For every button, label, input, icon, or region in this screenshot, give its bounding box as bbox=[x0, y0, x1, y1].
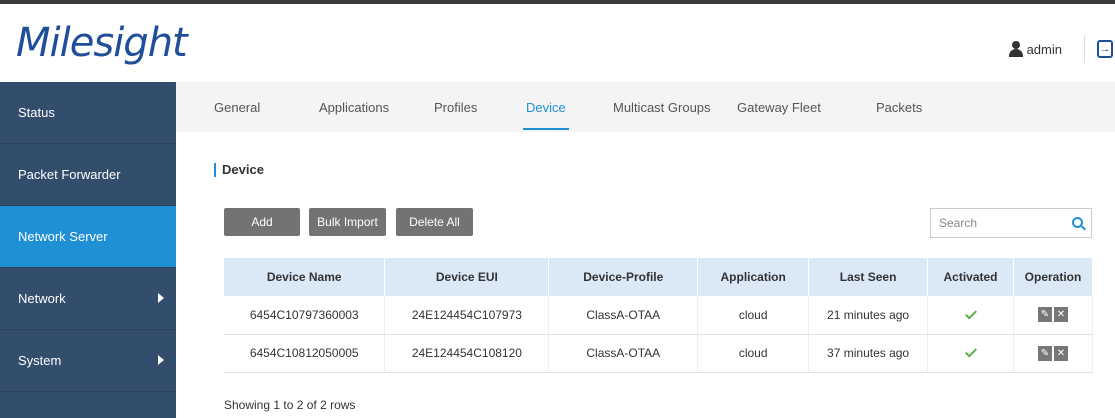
tab-multicast-groups[interactable]: Multicast Groups bbox=[613, 100, 711, 115]
sidebar-item-network[interactable]: Network bbox=[0, 268, 176, 330]
last-seen-cell: 21 minutes ago bbox=[808, 296, 929, 335]
sidebar-item-label: System bbox=[18, 353, 62, 368]
chevron-right-icon bbox=[158, 355, 164, 365]
bulk-import-button[interactable]: Bulk Import bbox=[309, 208, 386, 236]
chevron-right-icon bbox=[158, 293, 164, 303]
logout-icon[interactable]: → bbox=[1097, 40, 1113, 58]
tab-general[interactable]: General bbox=[214, 100, 260, 115]
delete-icon[interactable]: ✕ bbox=[1053, 307, 1068, 323]
column-header[interactable]: Last Seen bbox=[808, 258, 929, 296]
tab-device[interactable]: Device bbox=[523, 100, 569, 130]
table-row[interactable]: 6454C10812050005 24E124454C108120 ClassA… bbox=[224, 334, 1094, 373]
last-seen-cell: 37 minutes ago bbox=[808, 334, 929, 373]
activated-cell bbox=[927, 296, 1014, 335]
column-header[interactable]: Device EUI bbox=[384, 258, 550, 296]
tab-packets[interactable]: Packets bbox=[876, 100, 922, 115]
check-icon bbox=[964, 307, 977, 320]
device-eui-cell: 24E124454C108120 bbox=[384, 334, 550, 373]
sidebar-item-label: Network Server bbox=[18, 229, 108, 244]
check-icon bbox=[964, 345, 977, 358]
top-bar: Milesight admin → bbox=[0, 0, 1115, 82]
operation-cell: ✎ ✕ bbox=[1013, 334, 1094, 373]
operation-cell: ✎ ✕ bbox=[1013, 296, 1094, 335]
sidebar-item-label: Packet Forwarder bbox=[18, 167, 121, 182]
delete-all-button[interactable]: Delete All bbox=[396, 208, 473, 236]
column-header: Operation bbox=[1013, 258, 1094, 296]
add-button[interactable]: Add bbox=[224, 208, 300, 236]
column-header[interactable]: Application bbox=[697, 258, 810, 296]
milesight-logo: Milesight bbox=[16, 20, 188, 66]
application-cell: cloud bbox=[697, 334, 810, 373]
sidebar-item-label: Network bbox=[18, 291, 66, 306]
activated-cell bbox=[927, 334, 1014, 373]
tab-bar: General Applications Profiles Device Mul… bbox=[176, 82, 1115, 132]
main-area: General Applications Profiles Device Mul… bbox=[176, 82, 1115, 418]
column-header: Activated bbox=[927, 258, 1014, 296]
username-label: admin bbox=[1026, 41, 1062, 57]
column-header[interactable]: Device-Profile bbox=[548, 258, 699, 296]
device-eui-cell: 24E124454C107973 bbox=[384, 296, 550, 335]
table-row[interactable]: 6454C10797360003 24E124454C107973 ClassA… bbox=[224, 296, 1094, 335]
device-table: Device Name Device EUI Device-Profile Ap… bbox=[224, 258, 1094, 373]
search-icon[interactable] bbox=[1072, 217, 1083, 228]
device-profile-cell: ClassA-OTAA bbox=[548, 296, 699, 335]
tab-profiles[interactable]: Profiles bbox=[434, 100, 477, 115]
sidebar: Status Packet Forwarder Network Server N… bbox=[0, 82, 176, 418]
device-name-cell: 6454C10797360003 bbox=[224, 296, 386, 335]
edit-icon[interactable]: ✎ bbox=[1037, 345, 1052, 361]
tab-applications[interactable]: Applications bbox=[319, 100, 389, 115]
sidebar-item-packet-forwarder[interactable]: Packet Forwarder bbox=[0, 144, 176, 206]
table-header-row: Device Name Device EUI Device-Profile Ap… bbox=[224, 258, 1094, 296]
device-name-cell: 6454C10812050005 bbox=[224, 334, 386, 373]
user-menu[interactable]: admin bbox=[1008, 35, 1085, 63]
top-right-controls: admin → bbox=[1008, 34, 1115, 64]
user-icon bbox=[1008, 41, 1023, 57]
search-input[interactable]: Search bbox=[930, 208, 1092, 238]
sidebar-item-status[interactable]: Status bbox=[0, 82, 176, 144]
sidebar-item-label: Status bbox=[18, 105, 55, 120]
delete-icon[interactable]: ✕ bbox=[1053, 345, 1068, 361]
tab-gateway-fleet[interactable]: Gateway Fleet bbox=[737, 100, 821, 115]
application-cell: cloud bbox=[697, 296, 810, 335]
sidebar-item-network-server[interactable]: Network Server bbox=[0, 206, 176, 268]
section-title: Device bbox=[214, 163, 264, 177]
column-header[interactable]: Device Name bbox=[224, 258, 386, 296]
pagination-info: Showing 1 to 2 of 2 rows bbox=[224, 398, 356, 412]
content-panel: Device Add Bulk Import Delete All Search… bbox=[176, 132, 1115, 418]
edit-icon[interactable]: ✎ bbox=[1037, 307, 1052, 323]
sidebar-item-system[interactable]: System bbox=[0, 330, 176, 392]
device-profile-cell: ClassA-OTAA bbox=[548, 334, 699, 373]
search-placeholder: Search bbox=[939, 216, 978, 230]
